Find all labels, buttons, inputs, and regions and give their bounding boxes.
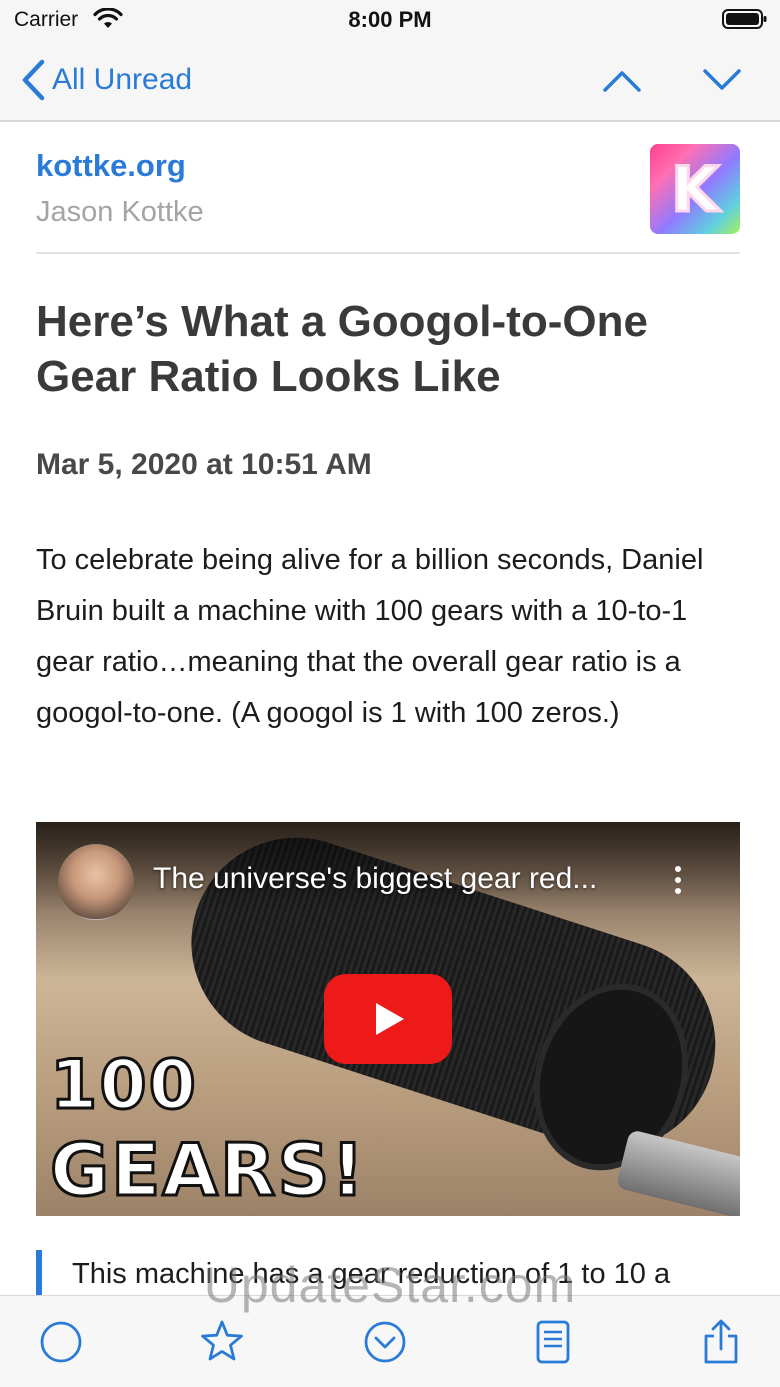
mark-read-below-chevron-circle-icon[interactable]: [361, 1318, 409, 1366]
channel-avatar[interactable]: [58, 844, 134, 920]
feed-logo-letter: K: [669, 151, 720, 227]
star-icon[interactable]: [198, 1318, 246, 1366]
feed-header: kottke.org Jason Kottke K: [36, 140, 740, 254]
article-body: To celebrate being alive for a billion s…: [36, 544, 704, 729]
bottom-toolbar: [0, 1295, 780, 1387]
video-thumbnail-motor: [615, 1129, 740, 1216]
previous-article-chevron-up-icon[interactable]: [600, 60, 644, 100]
feed-author: Jason Kottke: [36, 196, 204, 228]
play-icon: [376, 1003, 404, 1035]
battery-icon: [722, 9, 767, 29]
back-button[interactable]: All Unread: [20, 58, 192, 102]
clock: 8:00 PM: [348, 7, 432, 32]
next-article-chevron-down-icon[interactable]: [700, 60, 744, 100]
blockquote: This machine has a gear reduction of 1 t…: [36, 1250, 740, 1296]
article-date: Mar 5, 2020 at 10:51 AM: [36, 448, 372, 481]
feed-name-link[interactable]: kottke.org: [36, 148, 186, 184]
play-button[interactable]: [324, 974, 452, 1064]
video-title[interactable]: The universe's biggest gear red...: [153, 862, 597, 896]
feed-logo: K: [650, 144, 740, 234]
blockquote-text: This machine has a gear reduction of 1 t…: [72, 1258, 671, 1290]
mark-unread-circle-icon[interactable]: [37, 1318, 85, 1366]
thumbnail-text-line-2: GEARS!: [48, 1128, 367, 1212]
navigation-bar: All Unread: [0, 40, 780, 122]
reader-view-icon[interactable]: [529, 1318, 577, 1366]
embedded-video[interactable]: The universe's biggest gear red... 100 G…: [36, 822, 740, 1216]
back-label: All Unread: [52, 63, 193, 96]
share-icon[interactable]: [697, 1318, 745, 1366]
chevron-left-icon: [22, 59, 45, 101]
status-bar: Carrier 8:00 PM: [0, 0, 780, 40]
more-options-icon[interactable]: [672, 866, 684, 902]
thumbnail-text-line-1: 100: [49, 1046, 198, 1125]
article-title: Here’s What a Googol-to-One Gear Ratio L…: [36, 297, 648, 401]
